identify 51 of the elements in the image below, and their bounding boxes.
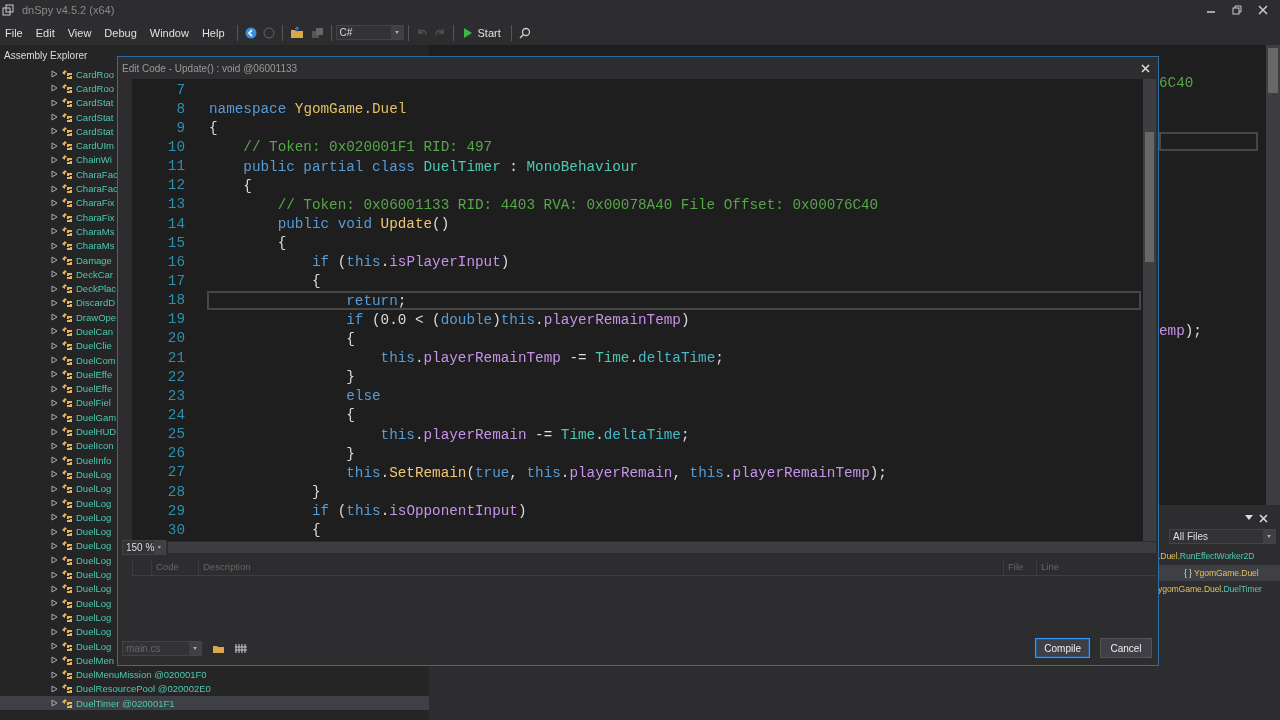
code-line: { [345,406,356,425]
line-number: 24 [166,406,185,423]
window-title: dnSpy v4.5.2 (x64) [22,4,115,16]
panel-title: Assembly Explorer [3,49,89,63]
line-number: 10 [166,139,185,155]
code-line: 6C40 [1159,75,1195,93]
line-number: 26 [166,445,185,462]
line-number: 16 [166,253,185,270]
code-line: } [310,483,322,501]
code-line: namespace YgomGame.Duel [208,100,408,119]
line-number: 17 [166,272,185,289]
code-line: // Token: 0x06001133 RID: 4403 RVA: 0x00078A40 File Offset: 0x00076C40 [276,195,880,214]
code-line: // Token: 0x020001F1 RID: 497 [242,138,494,157]
line-number: 20 [166,330,185,347]
code-line: if (0.0 < (double)this.playerRemainTemp) [345,310,691,329]
code-line: if (this.isOpponentInput) [310,502,528,521]
line-number: 25 [166,426,185,443]
line-number: 27 [166,464,185,481]
line-number: 14 [166,215,185,232]
code-line: emp); [1159,323,1203,342]
code-line: { [345,329,356,348]
dialog-title: Edit Code - Update() : void @06001133 [122,62,298,74]
line-number: 11 [166,158,185,175]
code-line: { [242,176,253,195]
line-number: 19 [166,311,185,328]
code-line: else [345,387,382,406]
code-line: this.playerRemain -= Time.deltaTime; [379,425,691,444]
code-line: } [345,368,356,387]
code-line: public void Update() [276,215,451,234]
line-number: 29 [166,502,185,519]
code-line: public partial class DuelTimer : MonoBehaviour [242,157,639,176]
line-number: 23 [166,387,185,404]
line-number: 12 [166,177,185,194]
code-line: { [208,119,219,138]
code-line: this.SetRemain(true, this.playerRemain, this.playerRemainTemp); [345,463,888,482]
line-number: 9 [175,119,185,136]
code-line: { [310,272,322,291]
line-number: 22 [166,368,185,385]
line-number: 8 [175,100,185,117]
code-line: this.playerRemainTemp -= Time.deltaTime; [379,349,725,368]
line-number: 30 [166,521,185,538]
code-line: if (this.isPlayerInput) [310,253,511,272]
code-line: { [276,234,288,253]
code-line: { [310,521,322,540]
line-number: 15 [166,234,185,251]
line-number: 28 [166,483,185,500]
line-number: 21 [166,349,185,366]
line-number: 7 [175,81,185,98]
code-line: } [345,444,356,463]
line-number: 13 [166,196,185,213]
line-number: 18 [166,292,185,309]
